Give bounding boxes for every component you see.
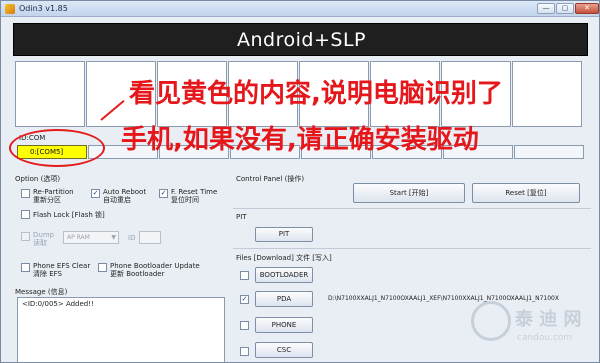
f-reset-time-label: F. Reset Time 复位时间: [171, 188, 218, 204]
odin-app-icon: [5, 4, 15, 14]
device-slot: [15, 61, 85, 127]
com-port-cell-empty: [514, 145, 584, 159]
phone-efs-clear-checkbox[interactable]: [21, 263, 30, 272]
flash-lock-label: Flash Lock [Flash 锁]: [33, 211, 105, 219]
annotation-line-2: 手机,如果没有,请正确安装驱动: [121, 125, 479, 155]
site-watermark: 泰 迪 网 candou.com: [471, 301, 591, 361]
maximize-button[interactable]: ▢: [556, 3, 574, 14]
auto-reboot-label: Auto Reboot 自动重启: [103, 188, 147, 204]
annotation-line-1: 看见黄色的内容,说明电脑识别了: [129, 79, 503, 109]
message-log-text: <ID:0/005> Added!!: [22, 300, 94, 308]
id-input[interactable]: [139, 231, 161, 244]
section-divider: [233, 248, 591, 249]
csc-checkbox[interactable]: [240, 347, 249, 356]
reset-button[interactable]: Reset [复位]: [472, 183, 580, 203]
phone-button[interactable]: PHONE: [255, 317, 313, 333]
auto-reboot-checkbox[interactable]: ✓: [91, 189, 100, 198]
close-button[interactable]: ✕: [575, 3, 599, 14]
files-section-title: Files [Download] 文件 [写入]: [236, 254, 332, 262]
banner-title: Android+SLP: [237, 29, 366, 51]
section-divider: [233, 208, 591, 209]
bootloader-checkbox[interactable]: [240, 271, 249, 280]
phone-checkbox[interactable]: [240, 321, 249, 330]
f-reset-time-checkbox[interactable]: ✓: [159, 189, 168, 198]
minimize-button[interactable]: —: [537, 3, 555, 14]
start-button[interactable]: Start [开始]: [353, 183, 465, 203]
watermark-site: candou.com: [517, 333, 573, 343]
phone-efs-clear-label: Phone EFS Clear 清除 EFS: [33, 262, 91, 278]
dump-type-value: AP RAM: [67, 234, 90, 241]
re-partition-label: Re-Partition 重新分区: [33, 188, 74, 204]
watermark-logo-icon: [471, 301, 511, 341]
pda-button[interactable]: PDA: [255, 291, 313, 307]
dump-label: Dump 读取: [33, 231, 55, 247]
title-bar: Odin3 v1.85 — ▢ ✕: [1, 1, 599, 17]
re-partition-checkbox[interactable]: [21, 189, 30, 198]
dump-checkbox[interactable]: [21, 232, 30, 241]
dump-type-select[interactable]: AP RAM ▼: [63, 231, 119, 244]
window-title: Odin3 v1.85: [19, 4, 68, 13]
highlight-oval: [9, 129, 105, 167]
watermark-name: 泰 迪 网: [515, 309, 582, 330]
pit-section-title: PIT: [236, 213, 247, 221]
chevron-down-icon: ▼: [111, 234, 116, 241]
message-section-title: Message (信息): [15, 288, 68, 296]
option-section-title: Option (选项): [15, 175, 61, 183]
phone-bootloader-update-checkbox[interactable]: [98, 263, 107, 272]
bootloader-button[interactable]: BOOTLOADER: [255, 267, 313, 283]
device-slot: [512, 61, 582, 127]
model-banner: Android+SLP: [13, 23, 588, 56]
phone-bootloader-update-label: Phone Bootloader Update 更新 Bootloader: [110, 262, 200, 278]
pit-button[interactable]: PIT: [255, 227, 313, 242]
csc-button[interactable]: CSC: [255, 342, 313, 358]
flash-lock-checkbox[interactable]: [21, 210, 30, 219]
id-label: ID: [128, 234, 136, 242]
message-log[interactable]: <ID:0/005> Added!!: [17, 297, 225, 362]
odin-window: Odin3 v1.85 — ▢ ✕ Android+SLP ID:COM 0:[…: [0, 0, 600, 363]
pda-checkbox[interactable]: ✓: [240, 295, 249, 304]
control-panel-title: Control Panel (操作): [236, 175, 305, 183]
